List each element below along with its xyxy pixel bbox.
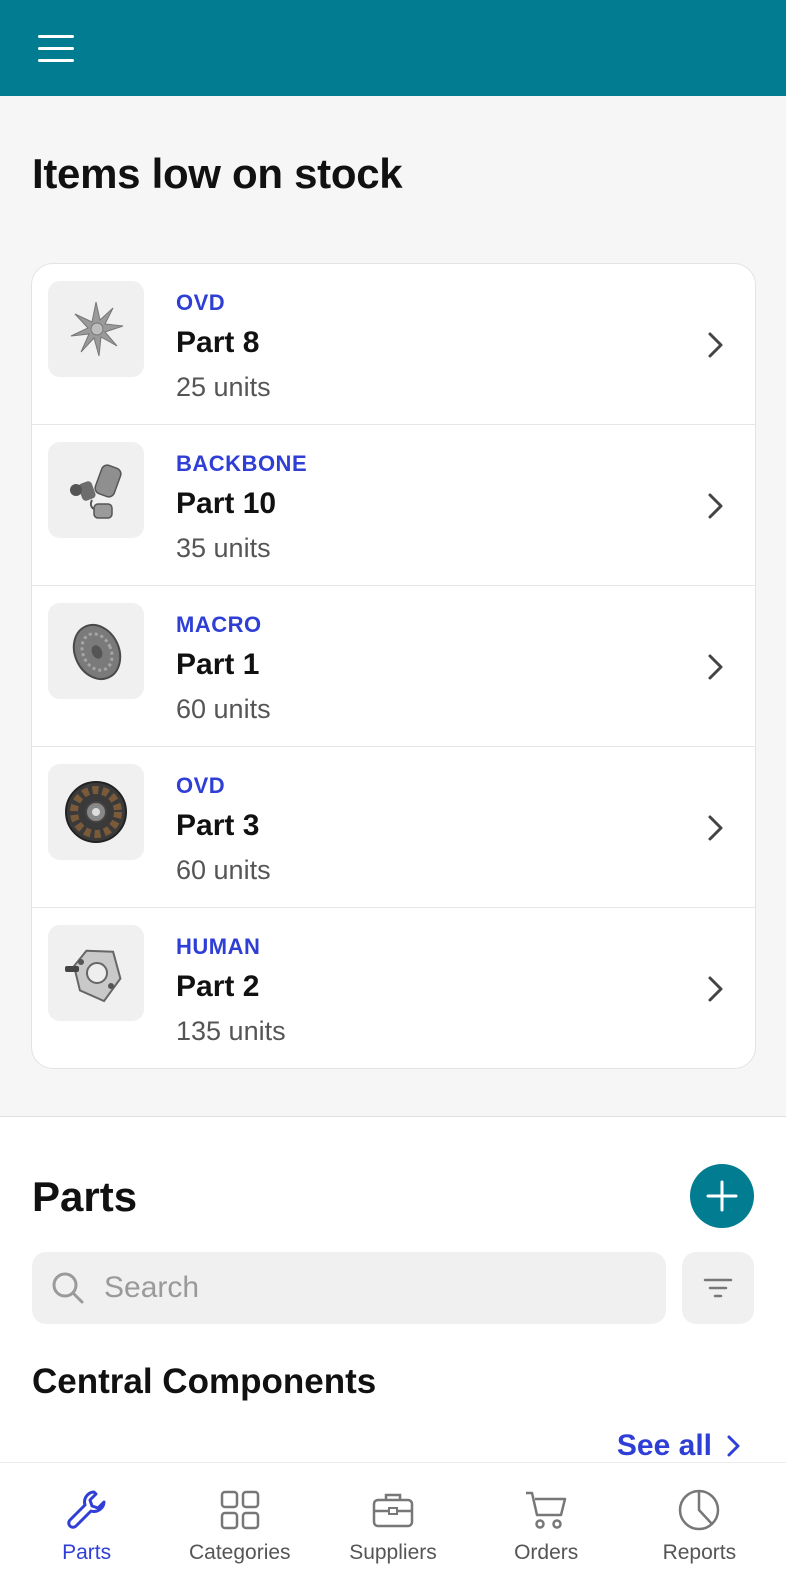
- bottom-nav: Parts Categories Suppliers Orders Report…: [0, 1462, 786, 1592]
- item-units: 25 units: [176, 372, 271, 402]
- nav-item-categories[interactable]: Categories: [165, 1463, 315, 1592]
- search-box[interactable]: [32, 1252, 666, 1324]
- part-gear-icon: [48, 281, 144, 377]
- list-item[interactable]: OVD Part 3 60 units: [32, 747, 755, 908]
- add-part-button[interactable]: [690, 1164, 754, 1228]
- parts-title: Parts: [32, 1173, 138, 1220]
- item-name: Part 2: [176, 970, 260, 1003]
- see-all-link[interactable]: See all: [617, 1429, 742, 1463]
- chevron-right-icon: [708, 976, 723, 1002]
- cart-icon: [526, 1491, 567, 1529]
- item-category: HUMAN: [176, 934, 261, 959]
- nav-label: Parts: [62, 1541, 112, 1564]
- item-name: Part 3: [176, 809, 260, 842]
- nav-item-parts[interactable]: Parts: [12, 1463, 162, 1592]
- search-icon: [52, 1272, 84, 1304]
- pie-chart-icon: [679, 1489, 720, 1531]
- chevron-right-icon: [727, 1435, 740, 1457]
- item-units: 60 units: [176, 855, 271, 885]
- low-stock-list: OVD Part 8 25 units BACKBONE Part 10 35 …: [31, 263, 756, 1069]
- item-category: BACKBONE: [176, 451, 308, 476]
- wrench-icon: [66, 1490, 106, 1529]
- search-input[interactable]: [104, 1252, 644, 1324]
- chevron-right-icon: [708, 815, 723, 841]
- group-title: Central Components: [32, 1362, 377, 1401]
- part-bracket-icon: [48, 925, 144, 1021]
- item-units: 60 units: [176, 694, 271, 724]
- grid-icon: [220, 1490, 260, 1530]
- item-units: 135 units: [176, 1016, 286, 1046]
- chevron-right-icon: [708, 332, 723, 358]
- low-stock-title: Items low on stock: [32, 150, 403, 197]
- nav-label: Orders: [514, 1541, 579, 1564]
- part-motor-icon: [48, 442, 144, 538]
- menu-button[interactable]: [30, 28, 82, 68]
- chevron-right-icon: [708, 493, 723, 519]
- nav-item-suppliers[interactable]: Suppliers: [318, 1463, 468, 1592]
- menu-icon: [38, 34, 74, 38]
- item-name: Part 8: [176, 326, 260, 359]
- nav-label: Categories: [189, 1541, 291, 1564]
- list-item[interactable]: OVD Part 8 25 units: [32, 264, 755, 425]
- item-units: 35 units: [176, 533, 271, 563]
- list-item[interactable]: MACRO Part 1 60 units: [32, 586, 755, 747]
- nav-label: Suppliers: [349, 1541, 437, 1564]
- item-category: MACRO: [176, 612, 262, 637]
- item-category: OVD: [176, 773, 226, 798]
- filter-icon: [703, 1278, 733, 1298]
- item-name: Part 1: [176, 648, 260, 681]
- item-name: Part 10: [176, 487, 277, 520]
- see-all-label: See all: [616, 1429, 712, 1462]
- item-category: OVD: [176, 290, 226, 315]
- nav-label: Reports: [662, 1541, 737, 1564]
- plus-icon: [706, 1180, 738, 1212]
- briefcase-icon: [372, 1493, 414, 1528]
- filter-button[interactable]: [682, 1252, 754, 1324]
- part-disc-icon: [48, 603, 144, 699]
- app-bar: [0, 0, 786, 96]
- chevron-right-icon: [708, 654, 723, 680]
- list-item[interactable]: HUMAN Part 2 135 units: [32, 908, 755, 1068]
- part-stator-icon: [48, 764, 144, 860]
- list-item[interactable]: BACKBONE Part 10 35 units: [32, 425, 755, 586]
- nav-item-reports[interactable]: Reports: [624, 1463, 774, 1592]
- nav-item-orders[interactable]: Orders: [471, 1463, 621, 1592]
